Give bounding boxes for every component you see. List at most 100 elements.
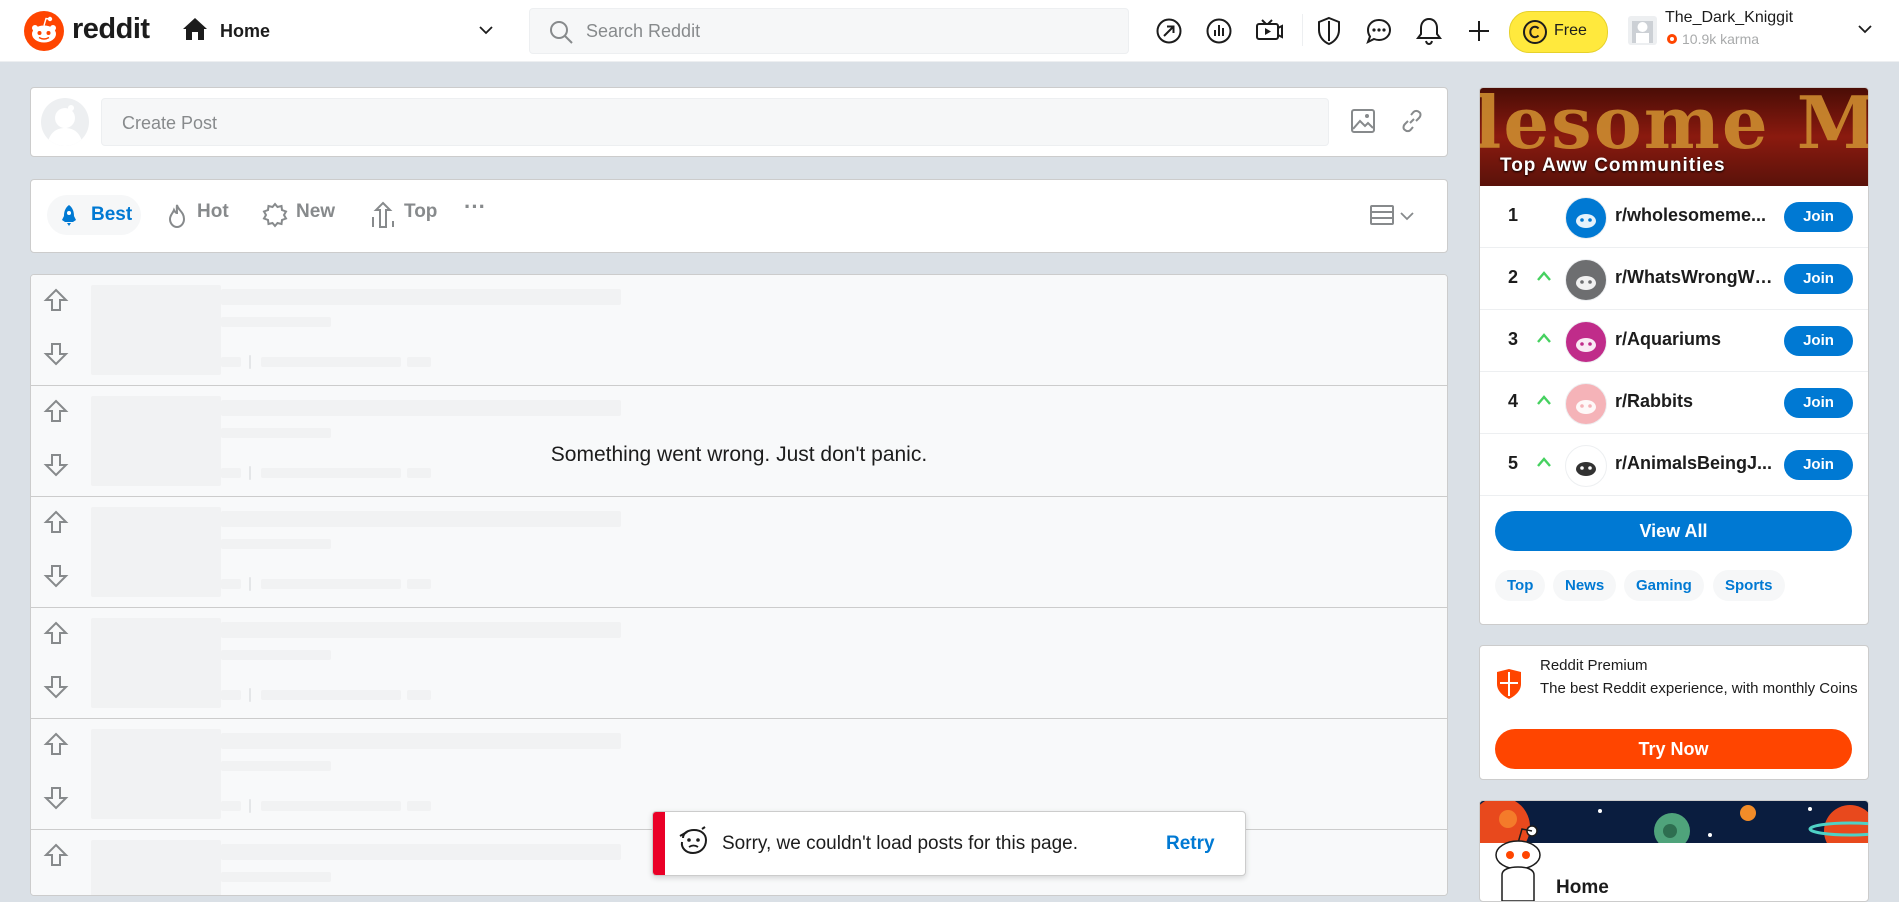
community-name[interactable]: r/WhatsWrongWi... [1615,267,1773,288]
all-icon[interactable] [1205,17,1233,45]
community-name[interactable]: r/Aquariums [1615,329,1773,350]
community-row[interactable]: 4 r/Rabbits Join [1480,372,1868,434]
popular-icon[interactable] [1155,17,1183,45]
thumbnail-placeholder [91,507,221,597]
header-divider [1302,14,1303,46]
category-pill[interactable]: News [1553,570,1617,601]
home-card: Home [1479,800,1869,902]
vote-column [31,608,81,718]
upvote-icon[interactable] [43,398,69,424]
view-all-button[interactable]: View All [1495,511,1852,551]
meta-placeholder [407,801,431,811]
snoo-mascot-icon [1495,825,1541,901]
reddit-wordmark[interactable]: reddit [72,13,150,46]
thumbnail-placeholder [91,729,221,819]
community-name[interactable]: r/Rabbits [1615,391,1773,412]
meta-placeholder [407,468,431,478]
community-avatar [1565,383,1607,425]
title-placeholder [221,733,621,749]
create-post-plus-icon[interactable] [1467,19,1491,43]
meta-placeholder [221,650,331,660]
get-coins-button[interactable]: Free [1509,11,1608,53]
join-button[interactable]: Join [1784,326,1853,356]
home-label: Home [220,21,271,41]
community-row[interactable]: 3 r/Aquariums Join [1480,310,1868,372]
reddit-live-icon[interactable] [1254,17,1284,45]
sort-new-tab[interactable]: New [258,195,358,235]
downvote-icon[interactable] [43,563,69,589]
create-post-placeholder: Create Post [122,113,218,133]
trending-up-icon [1537,395,1551,405]
trending-up-icon [1537,457,1551,467]
mod-shield-icon[interactable] [1316,16,1342,46]
community-row[interactable]: 1 r/wholesomeme... Join [1480,186,1868,248]
community-rank: 2 [1508,267,1519,287]
downvote-icon[interactable] [43,785,69,811]
meta-placeholder [221,468,241,478]
join-button[interactable]: Join [1784,388,1853,418]
upvote-icon[interactable] [43,842,69,868]
more-options-icon[interactable]: ··· [464,194,486,220]
image-upload-icon[interactable] [1350,108,1376,134]
retry-button[interactable]: Retry [1166,833,1215,855]
home-dropdown[interactable]: Home [178,8,508,52]
join-button[interactable]: Join [1784,264,1853,294]
title-placeholder [221,511,621,527]
top-chart-icon [372,201,394,228]
community-avatar [1565,259,1607,301]
meta-placeholder [261,801,401,811]
category-pill[interactable]: Gaming [1624,570,1704,601]
category-pill[interactable]: Sports [1713,570,1785,601]
upvote-icon[interactable] [43,287,69,313]
create-post-card: Create Post [30,87,1448,157]
premium-shield-icon [1497,669,1521,699]
meta-placeholder [221,579,241,589]
community-name[interactable]: r/AnimalsBeingJ... [1615,453,1773,474]
reddit-premium-card: Reddit Premium The best Reddit experienc… [1479,645,1869,780]
sort-best-label: Best [91,204,133,225]
upvote-icon[interactable] [43,509,69,535]
thumbnail-placeholder [91,840,221,895]
flame-icon [168,204,186,229]
vote-column [31,386,81,496]
sort-top-tab[interactable]: Top [368,195,468,235]
downvote-icon[interactable] [43,341,69,367]
post-skeleton-row [31,608,1447,719]
meta-placeholder [261,579,401,589]
user-avatar[interactable] [41,98,89,146]
trending-up-icon [1537,333,1551,343]
reddit-logo-icon[interactable] [24,11,64,51]
try-now-button[interactable]: Try Now [1495,729,1852,769]
sort-best-tab[interactable]: Best [47,195,141,235]
downvote-icon[interactable] [43,674,69,700]
thumbnail-placeholder [91,396,221,486]
vote-column [31,830,81,895]
user-menu-dropdown[interactable]: The_Dark_Kniggit 10.9k karma [1622,4,1882,58]
community-row[interactable]: 5 r/AnimalsBeingJ... Join [1480,434,1868,496]
meta-divider [249,688,251,702]
community-name[interactable]: r/wholesomeme... [1615,205,1773,226]
create-post-input[interactable]: Create Post [101,98,1329,146]
view-layout-toggle[interactable] [1369,202,1417,230]
chat-icon[interactable] [1365,17,1393,45]
vote-column [31,719,81,829]
upvote-icon[interactable] [43,731,69,757]
community-row[interactable]: 2 r/WhatsWrongWi... Join [1480,248,1868,310]
join-button[interactable]: Join [1784,450,1853,480]
link-icon[interactable] [1399,108,1425,134]
snoo-sad-icon [679,826,708,855]
search-input[interactable]: Search Reddit [529,8,1129,54]
meta-placeholder [221,690,241,700]
new-badge-icon [262,202,288,228]
post-skeleton-row [31,497,1447,608]
meta-placeholder [407,690,431,700]
join-button[interactable]: Join [1784,202,1853,232]
upvote-icon[interactable] [43,620,69,646]
post-feed: Something went wrong. Just don't panic. [30,274,1448,896]
meta-placeholder [261,468,401,478]
coins-label: Free [1554,22,1587,39]
meta-placeholder [261,357,401,367]
sort-hot-tab[interactable]: Hot [161,195,245,235]
notifications-bell-icon[interactable] [1415,16,1443,46]
category-pill[interactable]: Top [1495,570,1546,601]
